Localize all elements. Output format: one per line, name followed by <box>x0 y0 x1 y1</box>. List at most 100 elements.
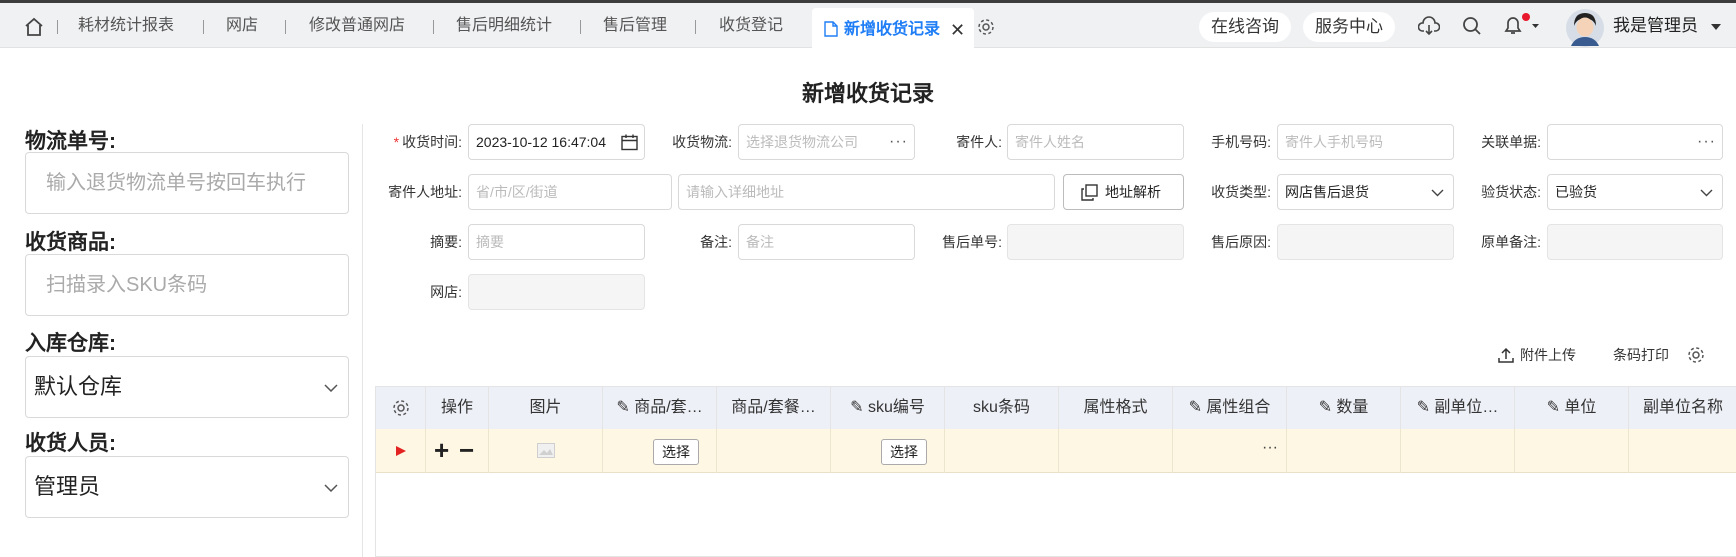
edit-pencil-icon: ✎ <box>1546 399 1565 416</box>
more-options-icon[interactable]: ··· <box>889 125 908 159</box>
remark-input[interactable]: 备注 <box>738 224 915 260</box>
column-settings-gear-icon[interactable] <box>391 398 411 418</box>
row-sub-unit-name-cell[interactable] <box>1629 429 1736 473</box>
original-remark-input <box>1547 224 1723 260</box>
receiver-select[interactable]: 管理员 <box>25 456 349 518</box>
region-input[interactable]: 省/市/区/街道 <box>468 174 672 210</box>
warehouse-select[interactable]: 默认仓库 <box>25 356 349 418</box>
logistics-number-input[interactable]: 输入退货物流单号按回车执行 <box>25 152 349 214</box>
select-product-button[interactable]: 选择 <box>653 439 699 465</box>
receive-time-label: * 收货时间: <box>393 134 462 150</box>
inspect-status-label: 验货状态: <box>1481 184 1541 200</box>
active-tab-label: 新增收货记录 <box>844 21 941 38</box>
copy-icon <box>1081 184 1098 201</box>
receive-logistics-placeholder: 选择退货物流公司 <box>746 134 858 150</box>
edit-pencil-icon: ✎ <box>850 399 868 416</box>
tab-receiving[interactable]: 收货登记 <box>719 3 783 48</box>
column-header-product[interactable]: ✎ 商品/套… <box>603 387 717 429</box>
avatar[interactable] <box>1565 8 1605 48</box>
image-placeholder-icon <box>537 443 555 458</box>
column-header-quantity[interactable]: ✎ 数量 <box>1287 387 1401 429</box>
warehouse-value: 默认仓库 <box>34 374 123 399</box>
home-icon[interactable] <box>24 17 44 37</box>
received-goods-label: 收货商品: <box>25 231 116 254</box>
row-sub-unit-cell[interactable] <box>1401 429 1515 473</box>
tab-separator <box>695 20 696 34</box>
column-header-attr-format[interactable]: 属性格式 <box>1059 387 1173 429</box>
calendar-icon[interactable] <box>621 134 638 151</box>
sender-name-input[interactable]: 寄件人姓名 <box>1007 124 1184 160</box>
username-label[interactable]: 我是管理员 <box>1613 3 1698 48</box>
receive-type-select[interactable]: 网店售后退货 <box>1277 174 1454 210</box>
tab-edit-shop[interactable]: 修改普通网店 <box>309 3 405 48</box>
chevron-down-icon <box>1700 189 1713 197</box>
column-header-operation: 操作 <box>426 387 489 429</box>
warehouse-label: 入库仓库: <box>25 332 116 355</box>
row-product-name-cell <box>717 429 831 473</box>
tab-aftersale-manage[interactable]: 售后管理 <box>603 3 667 48</box>
sender-address-label: 寄件人地址: <box>388 184 462 200</box>
tab-separator <box>285 20 286 34</box>
column-header-sku-barcode[interactable]: sku条码 <box>945 387 1059 429</box>
edit-pencil-icon: ✎ <box>1318 399 1337 416</box>
attachment-upload-button[interactable]: 附件上传 <box>1498 344 1576 366</box>
more-options-icon[interactable]: ··· <box>1262 439 1278 457</box>
column-header-sub-unit-name[interactable]: 副单位名称 <box>1629 387 1736 429</box>
row-image-cell[interactable] <box>489 429 603 473</box>
barcode-print-button[interactable]: 条码打印 <box>1613 344 1669 366</box>
original-remark-label: 原单备注: <box>1481 234 1541 250</box>
row-indicator-cell <box>376 429 426 473</box>
search-icon[interactable] <box>1462 16 1482 36</box>
column-header-sku-code[interactable]: ✎ sku编号 <box>831 387 945 429</box>
receive-type-value: 网店售后退货 <box>1285 184 1369 200</box>
row-unit-cell[interactable] <box>1515 429 1629 473</box>
tab-aftersale-detail[interactable]: 售后明细统计 <box>456 3 552 48</box>
tab-new-receiving-active[interactable]: 新增收货记录 ✕ <box>812 8 974 51</box>
panel-divider <box>362 124 363 557</box>
tab-bar: 耗材统计报表 网店 修改普通网店 售后明细统计 售后管理 收货登记 新增收货记录… <box>0 3 1736 51</box>
address-parse-button[interactable]: 地址解析 <box>1063 174 1184 210</box>
chevron-down-icon <box>1431 189 1444 197</box>
receive-time-input[interactable]: 2023-10-12 16:47:04 <box>468 124 645 160</box>
tab-shop[interactable]: 网店 <box>226 3 258 48</box>
aftersale-number-input <box>1007 224 1184 260</box>
column-settings-cell[interactable] <box>376 387 426 429</box>
select-sku-button[interactable]: 选择 <box>881 439 927 465</box>
column-header-attr-combo[interactable]: ✎ 属性组合 <box>1173 387 1287 429</box>
tab-settings-gear-icon[interactable] <box>976 17 996 37</box>
detail-address-input[interactable]: 请输入详细地址 <box>678 174 1055 210</box>
user-menu-caret-icon[interactable] <box>1711 24 1721 31</box>
service-center-button[interactable]: 服务中心 <box>1303 12 1395 42</box>
add-row-icon[interactable]: + <box>434 435 449 465</box>
tab-separator <box>57 20 58 34</box>
table-row: + − 选择 选择 ··· <box>376 429 1736 473</box>
tab-separator <box>433 20 434 34</box>
remark-label: 备注: <box>700 234 732 250</box>
aftersale-reason-label: 售后原因: <box>1211 234 1271 250</box>
receive-time-value: 2023-10-12 16:47:04 <box>476 134 606 150</box>
summary-label: 摘要: <box>430 234 462 250</box>
notification-bell-icon[interactable] <box>1501 12 1541 38</box>
more-options-icon[interactable]: ··· <box>1697 125 1716 159</box>
tab-materials-report[interactable]: 耗材统计报表 <box>78 3 174 48</box>
row-attr-combo-cell[interactable]: ··· <box>1173 429 1287 473</box>
column-header-sub-unit[interactable]: ✎ 副单位… <box>1401 387 1515 429</box>
row-sku-code-cell: 选择 <box>831 429 945 473</box>
receive-logistics-input[interactable]: 选择退货物流公司 ··· <box>738 124 915 160</box>
row-quantity-cell[interactable] <box>1287 429 1401 473</box>
receiver-value: 管理员 <box>34 474 101 499</box>
sku-barcode-input[interactable]: 扫描录入SKU条码 <box>25 254 349 316</box>
close-tab-icon[interactable]: ✕ <box>950 8 965 52</box>
summary-input[interactable]: 摘要 <box>468 224 645 260</box>
online-consult-button[interactable]: 在线咨询 <box>1199 12 1291 42</box>
remove-row-icon[interactable]: − <box>459 435 474 465</box>
phone-input[interactable]: 寄件人手机号码 <box>1277 124 1454 160</box>
column-header-product-name[interactable]: 商品/套餐… <box>717 387 831 429</box>
cloud-download-icon[interactable] <box>1418 16 1440 36</box>
column-header-unit[interactable]: ✎ 单位 <box>1515 387 1629 429</box>
inspect-status-select[interactable]: 已验货 <box>1547 174 1723 210</box>
shop-label: 网店: <box>430 284 462 300</box>
sender-label: 寄件人: <box>956 134 1002 150</box>
related-doc-input[interactable]: ··· <box>1547 124 1723 160</box>
toolbar-settings-gear-icon[interactable] <box>1686 345 1706 365</box>
